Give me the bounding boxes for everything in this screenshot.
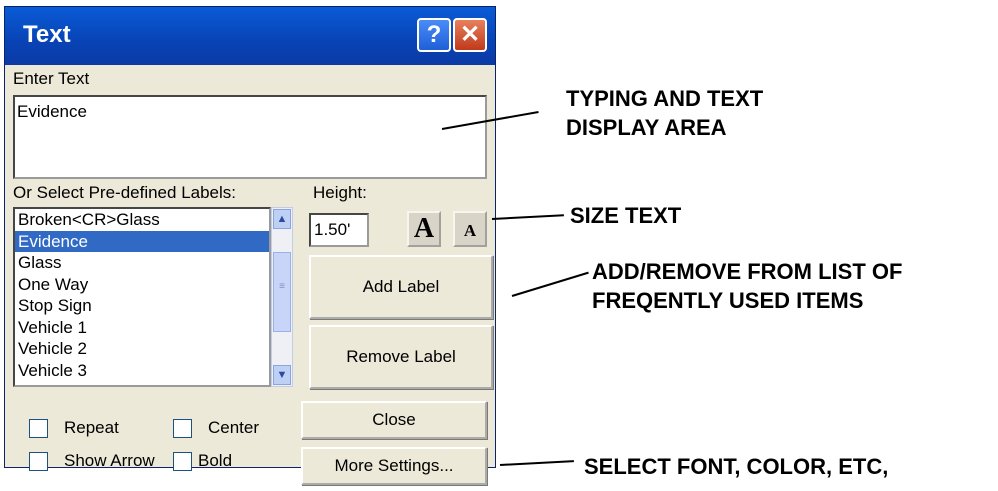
repeat-checkbox[interactable]: Repeat xyxy=(29,418,119,439)
annotation-text: FREQENTLY USED ITEMS xyxy=(592,288,864,313)
text-dialog: Text ? ✕ Enter Text Evidence Or Select P… xyxy=(4,6,496,485)
list-item[interactable]: Vehicle 2 xyxy=(15,338,269,360)
annotation-select-font: SELECT FONT, COLOR, ETC, xyxy=(584,454,889,479)
predefined-labels-label: Or Select Pre-defined Labels: xyxy=(13,183,237,202)
close-button[interactable]: Close xyxy=(301,401,487,439)
decrease-size-button[interactable]: A xyxy=(453,211,487,247)
list-item[interactable]: One Way xyxy=(15,274,269,296)
height-input[interactable]: 1.50' xyxy=(309,213,369,247)
predefined-labels-list[interactable]: Broken<CR>Glass Evidence Glass One Way Stop … xyxy=(13,207,271,387)
dialog-title: Text xyxy=(23,21,71,48)
title-bar[interactable]: Text ? ✕ xyxy=(5,7,495,65)
annotation-line-size xyxy=(491,214,564,220)
list-item[interactable]: Vehicle 1 xyxy=(15,317,269,339)
scroll-up-icon[interactable]: ▲ xyxy=(273,209,291,229)
more-settings-button[interactable]: More Settings... xyxy=(301,447,487,485)
help-button[interactable]: ? xyxy=(417,18,451,52)
center-checkbox[interactable]: Center xyxy=(173,418,260,439)
scroll-thumb[interactable]: ≡ xyxy=(273,252,291,332)
annotation-size-text: SIZE TEXT xyxy=(570,203,682,228)
list-item[interactable]: Broken<CR>Glass xyxy=(15,209,269,231)
text-input[interactable]: Evidence xyxy=(13,95,487,179)
annotation-line-font xyxy=(499,460,574,466)
scroll-down-icon[interactable]: ▼ xyxy=(273,365,291,385)
show-arrow-label: Show Arrow xyxy=(64,451,155,470)
checkbox-box[interactable] xyxy=(29,452,48,472)
list-item[interactable]: Glass xyxy=(15,252,269,274)
close-window-button[interactable]: ✕ xyxy=(453,18,487,52)
text-grow-icon: A xyxy=(413,213,435,244)
repeat-label: Repeat xyxy=(64,418,119,437)
annotation-typing-area: TYPING AND TEXT DISPLAY AREA xyxy=(566,84,763,142)
list-item[interactable]: Evidence xyxy=(15,230,269,252)
annotation-line-add-remove xyxy=(511,271,589,297)
show-arrow-checkbox[interactable]: Show Arrow xyxy=(29,451,155,472)
checkbox-box[interactable] xyxy=(29,419,48,439)
height-label: Height: xyxy=(313,183,367,202)
list-item[interactable]: Vehicle 3 xyxy=(15,360,269,382)
checkbox-box[interactable] xyxy=(173,419,192,439)
annotation-add-remove: ADD/REMOVE FROM LIST OF FREQENTLY USED I… xyxy=(592,257,902,315)
enter-text-label: Enter Text xyxy=(13,69,90,88)
increase-size-button[interactable]: A xyxy=(407,211,441,247)
annotation-text: ADD/REMOVE FROM LIST OF xyxy=(592,259,903,284)
checkbox-box[interactable] xyxy=(173,452,192,472)
list-scrollbar[interactable]: ▲ ≡ ▼ xyxy=(271,207,293,387)
text-shrink-icon: A xyxy=(463,221,477,240)
remove-label-button[interactable]: Remove Label xyxy=(309,325,493,389)
add-label-button[interactable]: Add Label xyxy=(309,255,493,319)
center-label: Center xyxy=(208,418,260,437)
list-item[interactable]: Stop Sign xyxy=(15,295,269,317)
bold-checkbox[interactable]: Bold xyxy=(173,451,233,472)
annotation-text: DISPLAY AREA xyxy=(566,115,727,140)
annotation-text: TYPING AND TEXT xyxy=(566,86,764,111)
bold-label: Bold xyxy=(198,451,233,470)
